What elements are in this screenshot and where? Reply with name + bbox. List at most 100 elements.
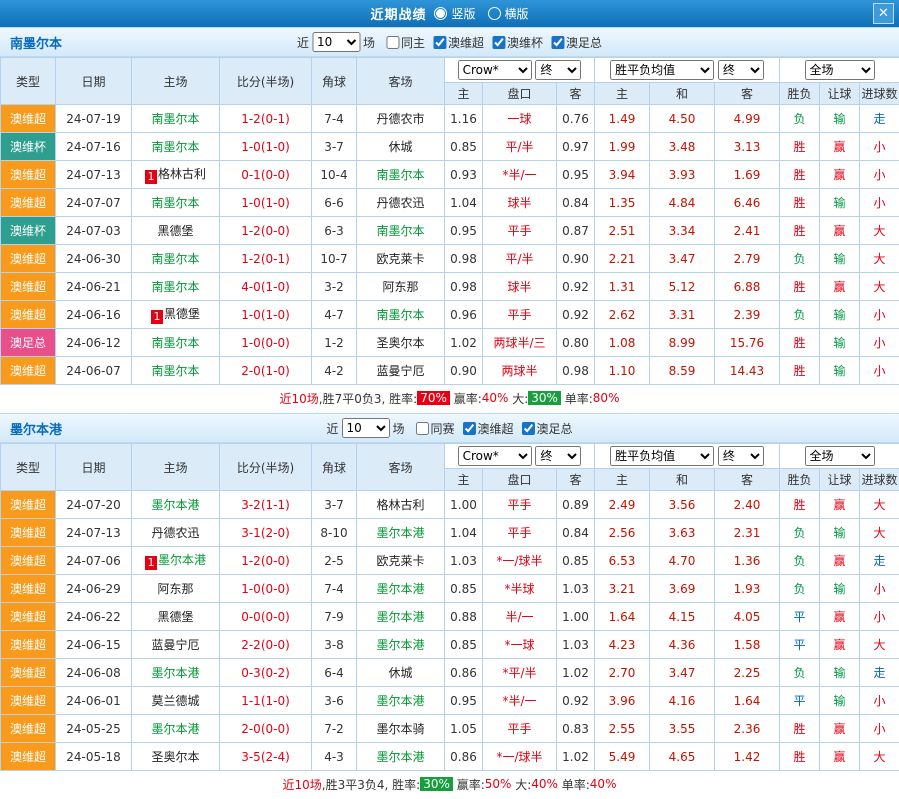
sub-header-result: 胜负 bbox=[780, 83, 820, 105]
filter-checkbox[interactable]: 同赛 bbox=[415, 420, 454, 437]
checkbox-input[interactable] bbox=[415, 422, 428, 435]
col-header-score: 比分(半场) bbox=[220, 444, 312, 491]
corner-cell: 6-3 bbox=[312, 217, 357, 245]
asian-handicap-line: 平手 bbox=[483, 217, 557, 245]
result-handicap: 赢 bbox=[820, 547, 860, 575]
filter-checkbox[interactable]: 澳维超 bbox=[433, 34, 484, 51]
team-name-text: 墨尔本骑 bbox=[376, 722, 424, 736]
bookmaker-select[interactable]: Crow* bbox=[458, 60, 532, 80]
summary-stat-value: 70% bbox=[417, 391, 450, 405]
mean-draw-odds: 4.16 bbox=[650, 687, 715, 715]
filter-checkbox[interactable]: 澳维杯 bbox=[492, 34, 543, 51]
checkbox-input[interactable] bbox=[551, 36, 564, 49]
sub-header-goals-result: 进球数 bbox=[860, 469, 899, 491]
bookmaker-select[interactable]: Crow* bbox=[458, 446, 532, 466]
team-name-text: 墨尔本港 bbox=[376, 610, 424, 624]
result-handicap: 输 bbox=[820, 189, 860, 217]
asian-handicap-line: *一/球半 bbox=[483, 743, 557, 771]
result-outcome: 胜 bbox=[780, 217, 820, 245]
mean-win-odds: 1.64 bbox=[595, 603, 650, 631]
mean-time-select[interactable]: 终 bbox=[718, 60, 764, 80]
home-team-cell: 1黑德堡 bbox=[132, 301, 220, 329]
scope-select[interactable]: 全场 bbox=[805, 60, 875, 80]
score-cell: 3-1(2-0) bbox=[220, 519, 312, 547]
asian-away-odds: 1.02 bbox=[557, 659, 595, 687]
home-team-cell: 南墨尔本 bbox=[132, 273, 220, 301]
team-section-header: 墨尔本港 近 10 场 同赛澳维超澳足总 bbox=[0, 413, 899, 443]
mean-lose-odds: 1.69 bbox=[715, 161, 780, 189]
summary-stat-label: 赢率: bbox=[453, 776, 485, 793]
asian-away-odds: 0.89 bbox=[557, 491, 595, 519]
asian-away-odds: 0.83 bbox=[557, 715, 595, 743]
filter-checkbox[interactable]: 同主 bbox=[386, 34, 425, 51]
asian-handicap-line: *半球 bbox=[483, 575, 557, 603]
asian-handicap-line: 平手 bbox=[483, 519, 557, 547]
away-team-cell: 南墨尔本 bbox=[357, 161, 445, 189]
sub-header-away-odds: 客 bbox=[557, 469, 595, 491]
team-name-text: 墨尔本港 bbox=[376, 638, 424, 652]
summary-stat-value: 30% bbox=[420, 777, 453, 791]
corner-cell: 10-7 bbox=[312, 245, 357, 273]
sub-header-mean-draw: 和 bbox=[650, 83, 715, 105]
col-header-away: 客场 bbox=[357, 444, 445, 491]
scope-select[interactable]: 全场 bbox=[805, 446, 875, 466]
filter-checkbox[interactable]: 澳维超 bbox=[463, 420, 514, 437]
result-goals: 小 bbox=[860, 357, 899, 385]
result-outcome: 胜 bbox=[780, 743, 820, 771]
mean-lose-odds: 2.40 bbox=[715, 491, 780, 519]
sub-header-mean-win: 主 bbox=[595, 83, 650, 105]
filter-checkbox[interactable]: 澳足总 bbox=[522, 420, 573, 437]
score-cell: 1-0(0-0) bbox=[220, 575, 312, 603]
close-button[interactable]: ✕ bbox=[873, 3, 894, 24]
layout-option-horizontal[interactable]: 横版 bbox=[488, 5, 529, 22]
team-name-text: 南墨尔本 bbox=[151, 364, 199, 378]
match-row: 澳维超24-07-07南墨尔本1-0(1-0)6-6丹德农迅1.04球半0.84… bbox=[1, 189, 899, 217]
match-date: 24-06-29 bbox=[56, 575, 132, 603]
mean-draw-odds: 4.15 bbox=[650, 603, 715, 631]
mean-draw-odds: 4.36 bbox=[650, 631, 715, 659]
layout-option-vertical[interactable]: 竖版 bbox=[434, 5, 475, 22]
asian-away-odds: 0.76 bbox=[557, 105, 595, 133]
odds-time-select[interactable]: 终 bbox=[535, 446, 581, 466]
away-team-cell: 阿东那 bbox=[357, 273, 445, 301]
match-date: 24-07-13 bbox=[56, 519, 132, 547]
asian-away-odds: 0.85 bbox=[557, 547, 595, 575]
league-badge: 澳维超 bbox=[1, 245, 56, 273]
scope-header: 全场 bbox=[780, 444, 899, 469]
match-count-select[interactable]: 10 bbox=[341, 418, 389, 438]
asian-home-odds: 0.85 bbox=[445, 631, 483, 659]
checkbox-label: 同赛 bbox=[430, 420, 454, 437]
odds-time-select[interactable]: 终 bbox=[535, 60, 581, 80]
mean-time-select[interactable]: 终 bbox=[718, 446, 764, 466]
match-count-select[interactable]: 10 bbox=[312, 32, 360, 52]
score-cell: 3-5(2-4) bbox=[220, 743, 312, 771]
score-cell: 1-2(0-1) bbox=[220, 245, 312, 273]
col-header-away: 客场 bbox=[357, 58, 445, 105]
mean-odds-select[interactable]: 胜平负均值 bbox=[610, 446, 714, 466]
checkbox-input[interactable] bbox=[492, 36, 505, 49]
summary-stat-value: 40% bbox=[531, 777, 558, 791]
mean-win-odds: 2.70 bbox=[595, 659, 650, 687]
asian-handicap-line: 球半 bbox=[483, 189, 557, 217]
score-cell: 1-2(0-0) bbox=[220, 217, 312, 245]
col-header-home: 主场 bbox=[132, 444, 220, 491]
home-team-cell: 1墨尔本港 bbox=[132, 547, 220, 575]
checkbox-input[interactable] bbox=[386, 36, 399, 49]
match-date: 24-07-13 bbox=[56, 161, 132, 189]
asian-away-odds: 0.90 bbox=[557, 245, 595, 273]
score-cell: 1-0(1-0) bbox=[220, 189, 312, 217]
checkbox-input[interactable] bbox=[463, 422, 476, 435]
filter-checkbox[interactable]: 澳足总 bbox=[551, 34, 602, 51]
result-outcome: 负 bbox=[780, 659, 820, 687]
checkbox-input[interactable] bbox=[522, 422, 535, 435]
team-name-text: 圣奥尔本 bbox=[376, 336, 424, 350]
asian-odds-header: Crow* 终 bbox=[445, 444, 595, 469]
checkbox-input[interactable] bbox=[433, 36, 446, 49]
match-date: 24-07-03 bbox=[56, 217, 132, 245]
result-goals: 小 bbox=[860, 133, 899, 161]
layout-vertical-label: 竖版 bbox=[451, 5, 475, 22]
home-team-cell: 阿东那 bbox=[132, 575, 220, 603]
mean-odds-select[interactable]: 胜平负均值 bbox=[610, 60, 714, 80]
team-section-south-melbourne: 南墨尔本 近 10 场 同主澳维超澳维杯澳足总 类型 日期 主场 比分(半场 bbox=[0, 27, 899, 411]
result-handicap: 赢 bbox=[820, 631, 860, 659]
